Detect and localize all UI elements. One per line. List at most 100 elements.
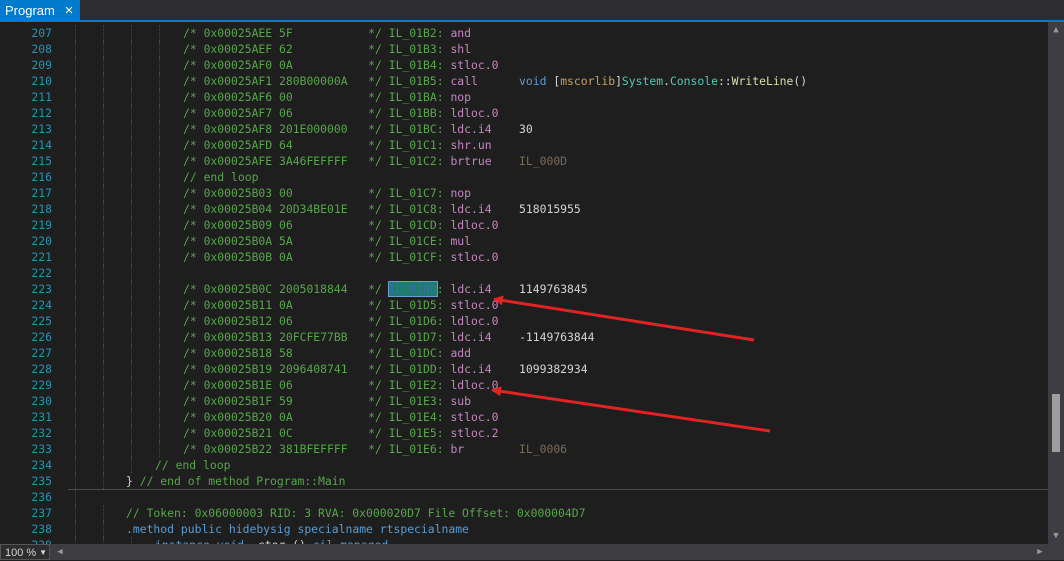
- indent-guide: [131, 217, 132, 233]
- code-line: 208 /* 0x00025AEF 62 */ IL_01B3: shl: [0, 41, 1048, 57]
- indent-guide: [131, 329, 132, 345]
- indent-guide: [75, 537, 76, 544]
- indent-guide: [159, 249, 160, 265]
- scroll-left-icon[interactable]: ◀: [52, 544, 68, 560]
- indent-guide: [103, 201, 104, 217]
- code-line: 209 /* 0x00025AF0 0A */ IL_01B4: stloc.0: [0, 57, 1048, 73]
- indent-guide: [75, 121, 76, 137]
- code-token: /* 0x00025B1E 06 */ IL_01E2:: [183, 378, 451, 392]
- indent-guide: [75, 217, 76, 233]
- indent-guide: [75, 41, 76, 57]
- code-token[interactable]: System: [622, 74, 663, 88]
- code-text: /* 0x00025AF0 0A */ IL_01B4: stloc.0: [183, 57, 498, 73]
- indent-guide: [75, 137, 76, 153]
- indent-guide: [159, 137, 160, 153]
- indent-guide: [159, 265, 160, 281]
- code-text: /* 0x00025B0B 0A */ IL_01CF: stloc.0: [183, 249, 498, 265]
- code-token[interactable]: Console: [670, 74, 718, 88]
- indent-guide: [131, 425, 132, 441]
- code-line: 239 instance void .ctor () cil managed: [0, 537, 1048, 544]
- code-token: nop: [450, 186, 472, 200]
- code-text: /* 0x00025B1F 59 */ IL_01E3: sub: [183, 393, 471, 409]
- code-line: 221 /* 0x00025B0B 0A */ IL_01CF: stloc.0: [0, 249, 1048, 265]
- indent-guide: [159, 313, 160, 329]
- code-token: stloc.0: [450, 410, 499, 424]
- indent-guide: [131, 281, 132, 297]
- code-token: /* 0x00025B11 0A */ IL_01D5:: [183, 298, 451, 312]
- scroll-right-icon[interactable]: ▶: [1032, 544, 1048, 560]
- indent-guide: [75, 89, 76, 105]
- indent-guide: [103, 441, 104, 457]
- code-token: /* 0x00025AF6 00 */ IL_01BA:: [183, 90, 451, 104]
- indent-guide: [159, 233, 160, 249]
- scrollbar-thumb[interactable]: [1052, 394, 1060, 452]
- tab-program[interactable]: Program ×: [0, 0, 80, 22]
- code-text: /* 0x00025B13 20FCFE77BB */ IL_01D7: ldc…: [183, 329, 594, 345]
- code-token[interactable]: IL_0006: [519, 442, 567, 456]
- indent-guide: [103, 121, 104, 137]
- indent-guide: [103, 89, 104, 105]
- indent-guide: [131, 185, 132, 201]
- scroll-up-icon[interactable]: ▲: [1048, 22, 1064, 38]
- code-token: /* 0x00025AFD 64 */ IL_01C1:: [183, 138, 451, 152]
- indent-guide: [159, 217, 160, 233]
- code-token: stloc.0: [450, 58, 499, 72]
- line-number: 216: [31, 170, 52, 184]
- code-line: 214 /* 0x00025AFD 64 */ IL_01C1: shr.un: [0, 137, 1048, 153]
- code-token: ldloc.0: [450, 106, 499, 120]
- code-line: 210 /* 0x00025AF1 280B00000A */ IL_01B5: …: [0, 73, 1048, 89]
- line-number: 215: [31, 154, 52, 168]
- indent-guide: [103, 217, 104, 233]
- code-token: -1149763844: [519, 330, 595, 344]
- indent-guide: [103, 249, 104, 265]
- indent-guide: [103, 377, 104, 393]
- code-token: call: [450, 74, 520, 88]
- indent-guide: [131, 201, 132, 217]
- code-token[interactable]: WriteLine: [732, 74, 794, 88]
- line-number: 222: [31, 266, 52, 280]
- code-token: /* 0x00025B09 06 */ IL_01CD:: [183, 218, 451, 232]
- selected-label: IL_01D0: [387, 281, 438, 297]
- line-number: 228: [31, 362, 52, 376]
- indent-guide: [75, 201, 76, 217]
- code-token: /* 0x00025B19 2096408741 */ IL_01DD:: [183, 362, 451, 376]
- code-token[interactable]: IL_000D: [519, 154, 567, 168]
- close-icon[interactable]: ×: [62, 0, 76, 22]
- code-token: :: [436, 282, 451, 296]
- indent-guide: [131, 345, 132, 361]
- indent-guide: [131, 297, 132, 313]
- zoom-select[interactable]: 100 % ▼: [0, 544, 50, 560]
- indent-guide: [75, 281, 76, 297]
- indent-guide: [103, 57, 104, 73]
- indent-guide: [131, 57, 132, 73]
- line-number: 220: [31, 234, 52, 248]
- line-number: 207: [31, 26, 52, 40]
- indent-guide: [75, 233, 76, 249]
- code-text: // end loop: [155, 457, 230, 473]
- code-token: br: [450, 442, 520, 456]
- code-line: 223 /* 0x00025B0C 2005018844 */ IL_01D0: …: [0, 281, 1048, 297]
- vertical-scrollbar[interactable]: ▲ ▼: [1048, 22, 1064, 544]
- horizontal-scrollbar[interactable]: 100 % ▼ ◀ ▶: [0, 544, 1064, 560]
- code-line: 238 .method public hidebysig specialname …: [0, 521, 1048, 537]
- indent-guide: [159, 425, 160, 441]
- code-editor[interactable]: 207 /* 0x00025AEE 5F */ IL_01B2: and 208 /*…: [0, 22, 1048, 544]
- indent-guide: [103, 105, 104, 121]
- indent-guide: [103, 505, 104, 521]
- indent-guide: [131, 457, 132, 473]
- code-token: 1149763845: [519, 282, 588, 296]
- code-token: /* 0x00025B04 20D34BE01E */ IL_01C8:: [183, 202, 451, 216]
- indent-guide: [131, 153, 132, 169]
- indent-guide: [75, 169, 76, 185]
- indent-guide: [131, 233, 132, 249]
- indent-guide: [159, 41, 160, 57]
- indent-guide: [159, 393, 160, 409]
- tab-bar: Program ×: [0, 0, 1064, 22]
- code-line: 215 /* 0x00025AFE 3A46FEFFFF */ IL_01C2: …: [0, 153, 1048, 169]
- code-token: /* 0x00025AF1 280B00000A */ IL_01B5:: [183, 74, 451, 88]
- scroll-down-icon[interactable]: ▼: [1048, 528, 1064, 544]
- code-line: 207 /* 0x00025AEE 5F */ IL_01B2: and: [0, 25, 1048, 41]
- code-text: /* 0x00025B18 58 */ IL_01DC: add: [183, 345, 471, 361]
- indent-guide: [103, 313, 104, 329]
- indent-guide: [75, 185, 76, 201]
